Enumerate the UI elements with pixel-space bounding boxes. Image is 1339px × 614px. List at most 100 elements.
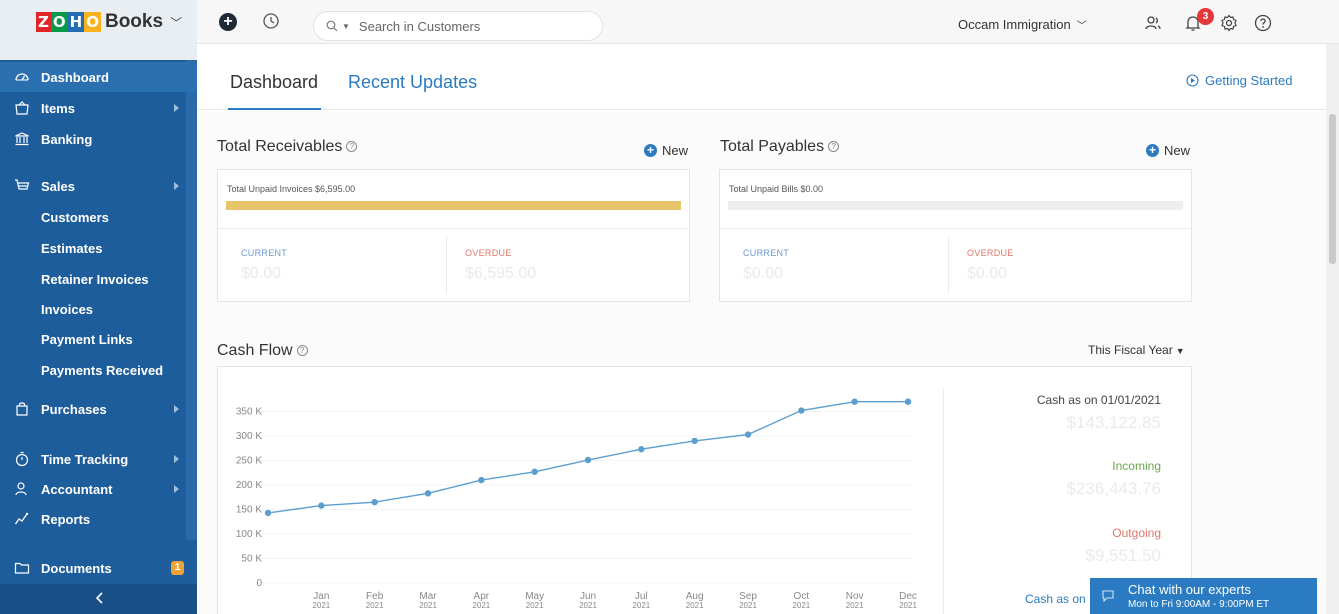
current-value: $0.00	[241, 265, 282, 282]
help-icon[interactable]: ?	[828, 141, 840, 152]
help-icon[interactable]: ?	[296, 345, 308, 356]
data-point[interactable]	[638, 446, 645, 453]
new-label: New	[1164, 143, 1191, 158]
sidebar-item-banking[interactable]: Banking	[0, 124, 197, 154]
sidebar-item-purchases[interactable]: Purchases	[0, 394, 197, 424]
caret-down-icon: ▼	[1175, 346, 1185, 356]
data-point[interactable]	[531, 468, 538, 475]
sidebar-item-label: Banking	[41, 131, 93, 147]
sidebar-collapse-button[interactable]	[0, 584, 197, 614]
cash-start-label: Cash as on 01/01/2021	[1036, 393, 1161, 407]
sidebar-item-sales[interactable]: Sales	[0, 171, 197, 201]
chevron-left-icon	[95, 592, 103, 604]
plus-circle-icon: +	[644, 144, 657, 157]
sidebar-item-label: Estimates	[41, 241, 103, 256]
users-icon[interactable]	[1143, 13, 1163, 33]
recent-history-icon[interactable]	[261, 11, 281, 31]
items-icon	[15, 101, 29, 115]
main-scrollbar[interactable]	[1326, 44, 1339, 614]
bag-icon	[16, 402, 28, 416]
payables-card: Total Unpaid Bills $0.00 CURRENT $0.00 O…	[719, 169, 1192, 302]
card-divider	[948, 236, 949, 294]
brand-switcher[interactable]: ZOHO Books ﹀	[0, 0, 197, 44]
data-point[interactable]	[691, 437, 698, 445]
tab-recent-updates[interactable]: Recent Updates	[348, 72, 477, 93]
sidebar-item-reports[interactable]: Reports	[0, 504, 197, 534]
search-input[interactable]	[358, 18, 579, 34]
new-label: New	[662, 143, 689, 158]
data-point[interactable]	[478, 476, 485, 484]
sidebar-subitem-payment-links[interactable]: Payment Links	[0, 324, 197, 354]
sidebar-subitem-retainer-invoices[interactable]: Retainer Invoices	[0, 264, 197, 294]
search-scope-caret-icon[interactable]: ▼	[342, 22, 350, 31]
new-receivable-button[interactable]: + New	[644, 143, 688, 158]
accountant-icon	[15, 482, 27, 496]
data-point[interactable]	[371, 498, 378, 506]
x-tick-label: 2021	[472, 601, 490, 610]
data-point[interactable]	[424, 490, 432, 497]
quick-create-button[interactable]: +	[219, 13, 237, 31]
sidebar-subitem-payments-received[interactable]: Payments Received	[0, 355, 197, 385]
data-point[interactable]	[318, 502, 325, 509]
help-icon[interactable]	[1253, 13, 1273, 33]
sidebar-subitem-invoices[interactable]: Invoices	[0, 294, 197, 324]
sidebar-item-accountant[interactable]: Accountant	[0, 474, 197, 504]
outgoing-label: Outgoing	[1112, 526, 1161, 540]
chevron-right-icon	[174, 485, 179, 493]
data-point[interactable]	[264, 509, 272, 517]
sidebar-subitem-customers[interactable]: Customers	[0, 202, 197, 232]
plus-circle-icon: +	[1146, 144, 1159, 157]
overdue-label: OVERDUE	[465, 248, 512, 258]
dashboard-icon	[15, 73, 29, 81]
new-payable-button[interactable]: + New	[1146, 143, 1190, 158]
folder-icon	[14, 562, 30, 574]
payables-progress-bar	[728, 201, 1183, 210]
getting-started-link[interactable]: Getting Started	[1186, 73, 1292, 88]
data-point[interactable]	[904, 398, 912, 405]
overdue-value[interactable]: $6,595.00	[465, 265, 536, 283]
cash-start-value: $143,122.85	[1066, 413, 1161, 432]
stopwatch-icon	[15, 451, 29, 467]
overdue-value[interactable]: $0.00	[967, 265, 1007, 283]
data-point[interactable]	[744, 431, 752, 438]
org-switcher[interactable]: Occam Immigration ﹀	[958, 17, 1087, 32]
sidebar-item-documents[interactable]: Documents 1	[0, 553, 197, 583]
help-icon[interactable]: ?	[346, 141, 358, 152]
x-tick-label: 2021	[366, 601, 384, 610]
data-point[interactable]	[798, 407, 805, 414]
data-point[interactable]	[851, 398, 858, 405]
current-label: CURRENT	[743, 248, 790, 258]
gear-icon[interactable]	[1219, 13, 1239, 33]
sidebar-item-label: Items	[41, 100, 75, 116]
current-value: $0.00	[743, 265, 784, 282]
search-bar[interactable]: ▼	[313, 11, 603, 41]
outgoing-value[interactable]: $9,551.50	[1085, 546, 1161, 566]
scrollbar-thumb[interactable]	[1329, 114, 1336, 264]
incoming-value[interactable]: $236,443.76	[1066, 479, 1161, 499]
chevron-right-icon	[174, 182, 179, 190]
sidebar-item-label: Invoices	[41, 302, 94, 317]
sidebar-subitem-estimates[interactable]: Estimates	[0, 233, 197, 263]
data-point[interactable]	[584, 456, 592, 464]
reports-icon	[14, 512, 29, 525]
tab-dashboard[interactable]: Dashboard	[230, 72, 318, 93]
sidebar-header-gap	[0, 44, 197, 60]
cashflow-title: Cash Flow?	[217, 342, 308, 360]
zoho-logo: ZOHO	[36, 12, 101, 32]
bank-icon	[15, 132, 29, 146]
period-select[interactable]: This Fiscal Year ▼	[1088, 343, 1185, 357]
payables-title-text: Total Payables	[720, 138, 825, 155]
sidebar-item-label: Retainer Invoices	[41, 272, 149, 287]
sidebar-item-items[interactable]: Items	[0, 93, 197, 123]
chat-bubble-icon	[1102, 590, 1114, 602]
search-icon	[326, 20, 338, 32]
sidebar-item-dashboard[interactable]: Dashboard	[0, 62, 197, 92]
incoming-label: Incoming	[1112, 459, 1161, 473]
sidebar-item-time-tracking[interactable]: Time Tracking	[0, 444, 197, 474]
sidebar-item-label: Sales	[41, 178, 75, 194]
sidebar-item-label: Dashboard	[41, 69, 109, 85]
y-tick-label: 250 K	[236, 456, 262, 467]
getting-started-label: Getting Started	[1205, 73, 1293, 88]
chat-widget[interactable]: Chat with our experts Mon to Fri 9:00AM …	[1090, 578, 1317, 614]
sidebar-item-label: Documents	[41, 560, 112, 576]
